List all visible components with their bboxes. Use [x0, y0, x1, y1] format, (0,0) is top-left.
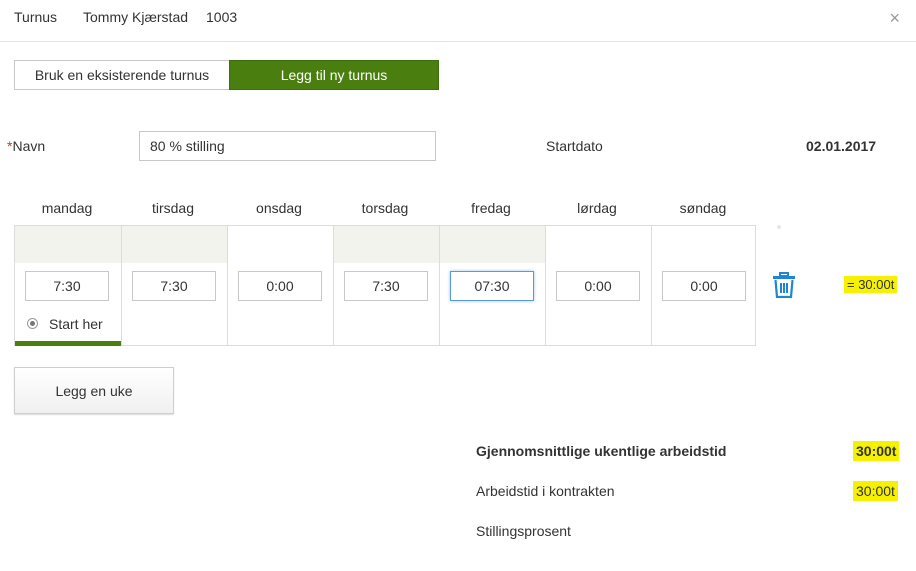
day-cell-onsdag — [227, 226, 333, 345]
name-input[interactable] — [139, 131, 436, 161]
day-header-sondag: søndag — [679, 200, 727, 216]
day-header-onsdag: onsdag — [256, 200, 302, 216]
day-cell-lordag — [545, 226, 651, 345]
day-cell-sondag — [651, 226, 757, 345]
employee-id: 1003 — [206, 9, 238, 25]
avg-weekly-hours-label: Gjennomsnittlige ukentlige arbeidstid — [476, 443, 727, 459]
day-header-torsdag: torsdag — [361, 200, 409, 216]
day-cell-fredag — [439, 226, 545, 345]
hours-input-onsdag[interactable] — [238, 271, 322, 301]
week-total: = 30:00t — [844, 276, 898, 293]
hours-input-mandag[interactable] — [25, 271, 109, 301]
position-percent-label: Stillingsprosent — [476, 523, 571, 539]
cell-shade — [440, 226, 545, 263]
hours-input-fredag[interactable] — [450, 271, 534, 301]
hours-input-sondag[interactable] — [662, 271, 746, 301]
hours-input-lordag[interactable] — [556, 271, 640, 301]
day-header-fredag: fredag — [471, 200, 511, 216]
hours-input-tirsdag[interactable] — [132, 271, 216, 301]
hours-input-torsdag[interactable] — [344, 271, 428, 301]
day-header-tirsdag: tirsdag — [151, 200, 195, 216]
start-week-indicator — [15, 341, 121, 346]
start-date-value: 02.01.2017 — [806, 138, 877, 154]
avg-weekly-hours-value: 30:00t — [853, 441, 900, 461]
cell-shade — [15, 226, 121, 263]
drag-handle-dot — [777, 225, 781, 229]
employee-name: Tommy Kjærstad — [83, 9, 189, 25]
add-new-rotation-button[interactable]: Legg til ny turnus — [229, 60, 439, 90]
start-date-label: Startdato — [546, 138, 603, 154]
dialog-title: Turnus — [14, 9, 58, 25]
cell-shade — [334, 226, 439, 263]
week-grid: Start her — [14, 225, 756, 346]
use-existing-rotation-button[interactable]: Bruk en eksisterende turnus — [14, 60, 230, 90]
day-cell-mandag: Start her — [15, 226, 121, 346]
day-header-lordag: lørdag — [577, 200, 617, 216]
name-label-text: Navn — [12, 138, 46, 154]
name-label: *Navn — [7, 138, 45, 154]
start-here-radio[interactable] — [27, 318, 38, 329]
day-cell-torsdag — [333, 226, 439, 345]
contract-hours-label: Arbeidstid i kontrakten — [476, 483, 615, 499]
start-here-label: Start her — [49, 316, 103, 332]
trash-icon[interactable] — [772, 272, 796, 298]
dialog-header: Turnus Tommy Kjærstad 1003 × — [0, 0, 916, 42]
cell-shade — [122, 226, 227, 263]
close-icon[interactable]: × — [889, 8, 900, 28]
day-header-mandag: mandag — [41, 200, 93, 216]
contract-hours-value: 30:00t — [853, 481, 898, 501]
day-cell-tirsdag — [121, 226, 227, 345]
add-week-button[interactable]: Legg en uke — [14, 367, 174, 414]
